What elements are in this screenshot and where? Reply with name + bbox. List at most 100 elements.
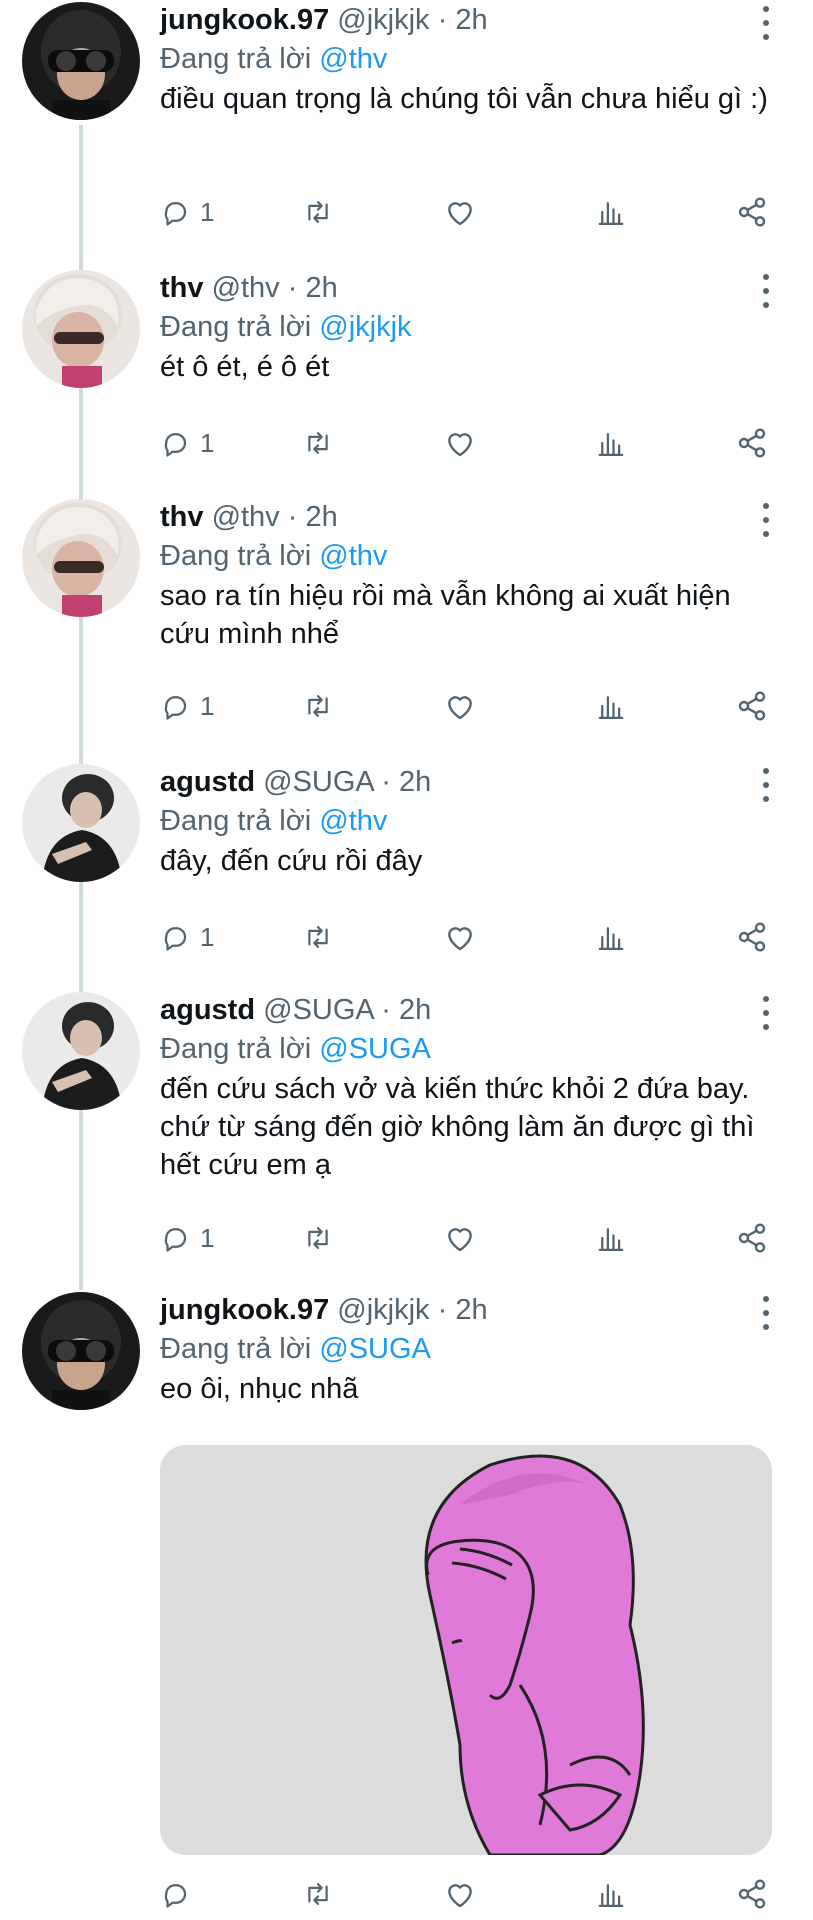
replying-to-label: Đang trả lời bbox=[160, 540, 312, 572]
avatar[interactable] bbox=[22, 1292, 140, 1410]
like-icon bbox=[448, 927, 472, 951]
display-name[interactable]: agustd bbox=[160, 766, 255, 798]
separator-dot: · bbox=[287, 272, 298, 304]
replying-to: Đang trả lời @SUGA bbox=[160, 1030, 773, 1068]
replying-to-label: Đang trả lời bbox=[160, 805, 312, 837]
tweet-actions: 1 bbox=[160, 686, 813, 726]
timestamp[interactable]: 2h bbox=[399, 994, 431, 1026]
reply-count: 1 bbox=[200, 690, 215, 721]
avatar[interactable] bbox=[22, 992, 140, 1110]
analytics-icon bbox=[598, 1884, 624, 1907]
more-options-icon[interactable] bbox=[759, 768, 773, 802]
reply-count: 1 bbox=[200, 427, 215, 458]
reply-button[interactable] bbox=[160, 1874, 190, 1914]
analytics-button[interactable] bbox=[596, 1218, 626, 1258]
mention-link[interactable]: @thv bbox=[319, 540, 387, 572]
retweet-icon bbox=[308, 201, 328, 223]
display-name[interactable]: jungkook.97 bbox=[160, 4, 329, 36]
reply-button[interactable]: 1 bbox=[160, 192, 214, 232]
reply-button[interactable]: 1 bbox=[160, 423, 214, 463]
timestamp[interactable]: 2h bbox=[399, 766, 431, 798]
share-icon bbox=[738, 197, 766, 227]
mention-link[interactable]: @SUGA bbox=[319, 1033, 431, 1065]
tweet-text: đến cứu sách vở và kiến thức khỏi 2 đứa … bbox=[160, 1073, 755, 1181]
tweet-text: điều quan trọng là chúng tôi vẫn chưa hi… bbox=[160, 83, 768, 115]
analytics-button[interactable] bbox=[596, 917, 626, 957]
like-button[interactable] bbox=[444, 192, 476, 232]
like-button[interactable] bbox=[444, 423, 476, 463]
share-button[interactable] bbox=[736, 1874, 768, 1914]
avatar[interactable] bbox=[22, 499, 140, 617]
replying-to: Đang trả lời @jkjkjk bbox=[160, 308, 773, 346]
retweet-icon bbox=[308, 695, 328, 717]
reply-button[interactable]: 1 bbox=[160, 1218, 214, 1258]
like-button[interactable] bbox=[444, 1874, 476, 1914]
tweet-actions: 1 bbox=[160, 917, 813, 957]
reply-button[interactable]: 1 bbox=[160, 917, 214, 957]
reply-button[interactable]: 1 bbox=[160, 686, 214, 726]
tweet-actions: 1 bbox=[160, 423, 813, 463]
reply-icon bbox=[164, 1884, 187, 1908]
share-icon bbox=[738, 1879, 766, 1909]
tweet-text: sao ra tín hiệu rồi mà vẫn không ai xuất… bbox=[160, 580, 731, 650]
share-button[interactable] bbox=[736, 686, 768, 726]
timestamp[interactable]: 2h bbox=[305, 501, 337, 533]
timestamp[interactable]: 2h bbox=[305, 272, 337, 304]
more-options-icon[interactable] bbox=[759, 6, 773, 40]
replying-to-label: Đang trả lời bbox=[160, 1033, 312, 1065]
analytics-button[interactable] bbox=[596, 192, 626, 232]
share-icon bbox=[738, 922, 766, 952]
retweet-button[interactable] bbox=[302, 192, 334, 232]
avatar[interactable] bbox=[22, 764, 140, 882]
more-options-icon[interactable] bbox=[759, 503, 773, 537]
analytics-button[interactable] bbox=[596, 423, 626, 463]
like-icon bbox=[448, 1228, 472, 1252]
retweet-button[interactable] bbox=[302, 1218, 334, 1258]
display-name[interactable]: agustd bbox=[160, 994, 255, 1026]
analytics-icon bbox=[598, 202, 624, 225]
avatar[interactable] bbox=[22, 2, 140, 120]
tweet-actions: 1 bbox=[160, 1218, 813, 1258]
retweet-button[interactable] bbox=[302, 423, 334, 463]
reply-icon bbox=[164, 433, 187, 457]
more-options-icon[interactable] bbox=[759, 996, 773, 1030]
analytics-icon bbox=[598, 1228, 624, 1251]
more-options-icon[interactable] bbox=[759, 274, 773, 308]
separator-dot: · bbox=[381, 994, 391, 1026]
analytics-button[interactable] bbox=[596, 1874, 626, 1914]
display-name[interactable]: jungkook.97 bbox=[160, 1294, 329, 1326]
user-handle: @SUGA bbox=[263, 766, 374, 798]
retweet-icon bbox=[308, 1227, 328, 1249]
timestamp[interactable]: 2h bbox=[455, 1294, 487, 1326]
share-button[interactable] bbox=[736, 192, 768, 232]
share-button[interactable] bbox=[736, 917, 768, 957]
user-handle: @SUGA bbox=[263, 994, 374, 1026]
avatar[interactable] bbox=[22, 270, 140, 388]
retweet-button[interactable] bbox=[302, 686, 334, 726]
mention-link[interactable]: @jkjkjk bbox=[319, 311, 411, 343]
like-button[interactable] bbox=[444, 686, 476, 726]
retweet-icon bbox=[308, 926, 328, 948]
reply-icon bbox=[164, 1228, 187, 1252]
like-button[interactable] bbox=[444, 917, 476, 957]
separator-dot: · bbox=[287, 501, 298, 533]
display-name[interactable]: thv bbox=[160, 272, 204, 304]
separator-dot: · bbox=[381, 766, 391, 798]
timestamp[interactable]: 2h bbox=[455, 4, 487, 36]
analytics-button[interactable] bbox=[596, 686, 626, 726]
share-button[interactable] bbox=[736, 1218, 768, 1258]
share-button[interactable] bbox=[736, 423, 768, 463]
mention-link[interactable]: @thv bbox=[319, 805, 387, 837]
like-icon bbox=[448, 696, 472, 720]
tweet-text: đây, đến cứu rồi đây bbox=[160, 845, 423, 877]
mention-link[interactable]: @thv bbox=[319, 43, 387, 75]
like-button[interactable] bbox=[444, 1218, 476, 1258]
display-name[interactable]: thv bbox=[160, 501, 204, 533]
mention-link[interactable]: @SUGA bbox=[319, 1333, 431, 1365]
more-options-icon[interactable] bbox=[759, 1296, 773, 1330]
retweet-button[interactable] bbox=[302, 1874, 334, 1914]
retweet-button[interactable] bbox=[302, 917, 334, 957]
meme-image[interactable] bbox=[160, 1445, 772, 1855]
share-icon bbox=[738, 691, 766, 721]
pink-facepalm-meme-image bbox=[160, 1445, 772, 1855]
